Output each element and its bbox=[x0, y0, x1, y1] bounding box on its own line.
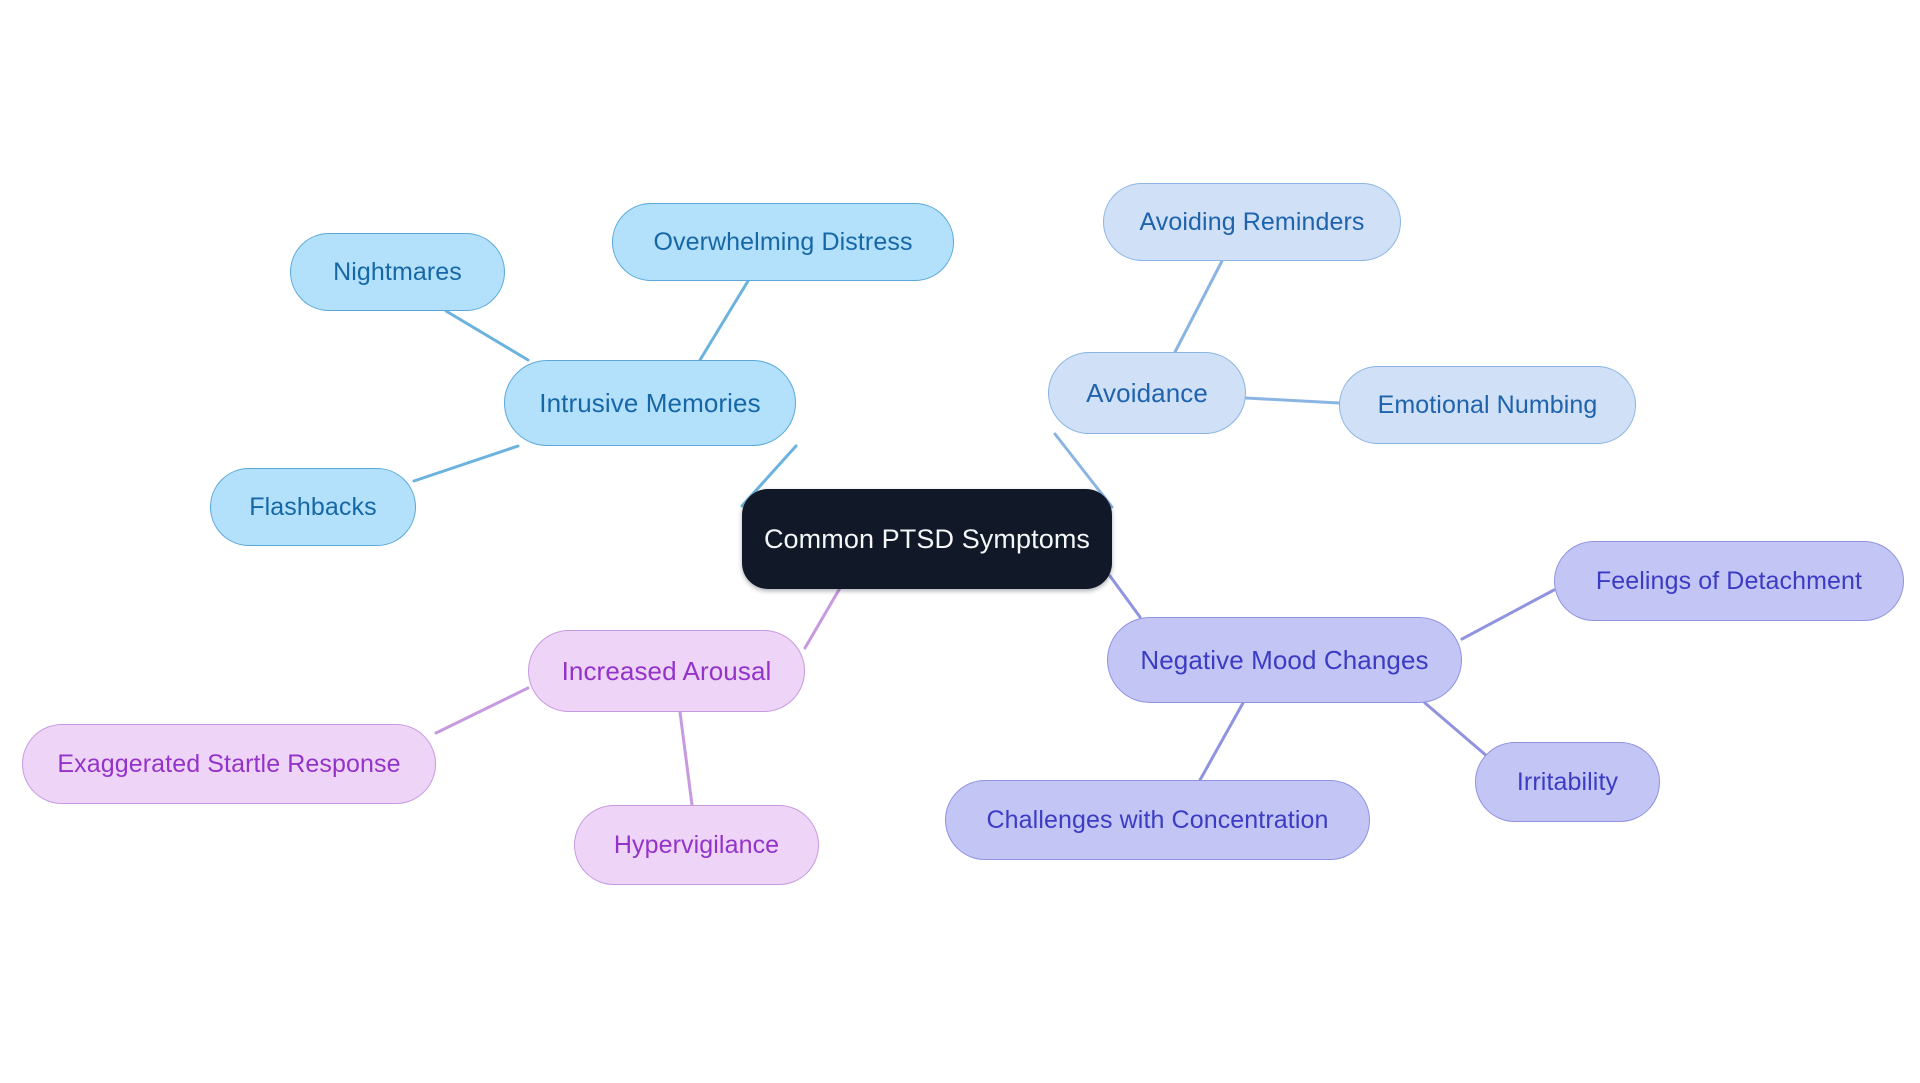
leaf-node-challenges-with-concentration[interactable]: Challenges with Concentration bbox=[945, 780, 1370, 860]
branch-node-intrusive-memories[interactable]: Intrusive Memories bbox=[504, 360, 796, 446]
edge-negative-mood-changes-to-feelings-of-detachment bbox=[1460, 588, 1556, 641]
leaf-node-nightmares[interactable]: Nightmares bbox=[290, 233, 505, 311]
leaf-node-flashbacks[interactable]: Flashbacks bbox=[210, 468, 416, 546]
leaf-node-irritability[interactable]: Irritability bbox=[1475, 742, 1660, 822]
edge-increased-arousal-to-exaggerated-startle-response bbox=[434, 686, 530, 735]
branch-node-negative-mood-changes[interactable]: Negative Mood Changes bbox=[1107, 617, 1462, 703]
mindmap-canvas: Common PTSD Symptoms Intrusive Memories Ni… bbox=[0, 0, 1920, 1083]
edge-root-to-negative-mood-changes bbox=[1108, 574, 1142, 619]
edge-negative-mood-changes-to-challenges-with-concentration bbox=[1198, 701, 1245, 782]
edge-intrusive-memories-to-nightmares bbox=[444, 309, 530, 362]
branch-node-increased-arousal[interactable]: Increased Arousal bbox=[528, 630, 805, 712]
edge-intrusive-memories-to-flashbacks bbox=[412, 444, 520, 483]
edge-intrusive-memories-to-overwhelming-distress bbox=[698, 279, 750, 362]
leaf-node-overwhelming-distress[interactable]: Overwhelming Distress bbox=[612, 203, 954, 281]
leaf-node-feelings-of-detachment[interactable]: Feelings of Detachment bbox=[1554, 541, 1904, 621]
leaf-node-emotional-numbing[interactable]: Emotional Numbing bbox=[1339, 366, 1636, 444]
leaf-node-exaggerated-startle-response[interactable]: Exaggerated Startle Response bbox=[22, 724, 436, 804]
mindmap-root-node[interactable]: Common PTSD Symptoms bbox=[742, 489, 1112, 589]
branch-node-avoidance[interactable]: Avoidance bbox=[1048, 352, 1246, 434]
edge-increased-arousal-to-hypervigilance bbox=[678, 710, 694, 807]
edge-avoidance-to-emotional-numbing bbox=[1244, 396, 1341, 405]
edge-avoidance-to-avoiding-reminders bbox=[1173, 259, 1224, 354]
edge-root-to-increased-arousal bbox=[803, 586, 842, 650]
leaf-node-hypervigilance[interactable]: Hypervigilance bbox=[574, 805, 819, 885]
leaf-node-avoiding-reminders[interactable]: Avoiding Reminders bbox=[1103, 183, 1401, 261]
edge-negative-mood-changes-to-irritability bbox=[1423, 701, 1490, 759]
